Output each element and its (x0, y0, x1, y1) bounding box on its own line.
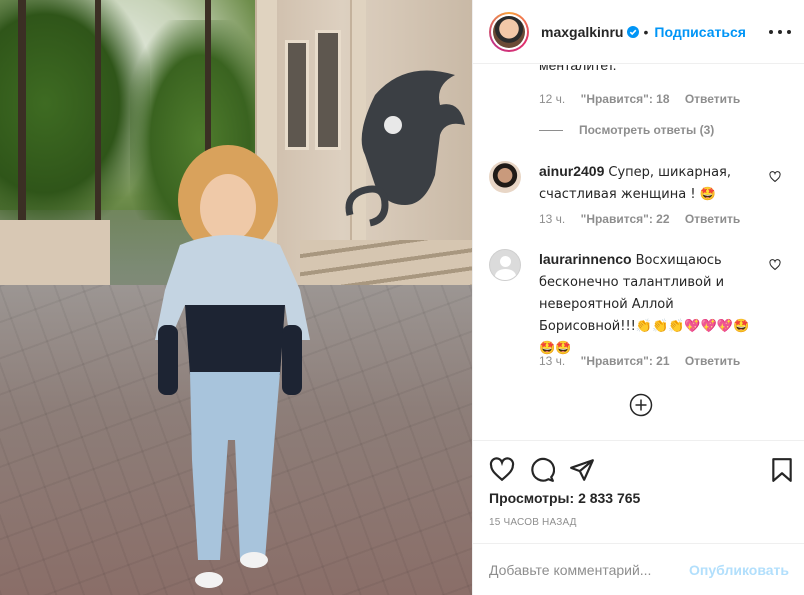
replies-divider (539, 129, 563, 131)
add-comment-section: Опубликовать (473, 543, 804, 595)
follow-button[interactable]: Подписаться (654, 24, 746, 40)
comment-meta: 13 ч. "Нравится": 22 Ответить (539, 212, 740, 226)
comment-likes[interactable]: "Нравится": 22 (581, 212, 670, 226)
share-icon[interactable] (569, 457, 595, 483)
background-wall (0, 220, 110, 290)
views-count[interactable]: Просмотры: 2 833 765 (489, 490, 640, 506)
view-replies-button[interactable]: Посмотреть ответы (3) (539, 123, 714, 137)
tree-trunk (95, 0, 101, 240)
author-avatar[interactable] (489, 11, 529, 52)
heart-icon[interactable] (489, 457, 515, 483)
comment-time: 13 ч. (539, 354, 566, 368)
like-comment-heart-icon[interactable] (769, 259, 781, 271)
post-comment-button[interactable]: Опубликовать (689, 562, 789, 578)
comments-list[interactable]: менталитет. 12 ч. "Нравится": 18 Ответит… (473, 65, 804, 440)
reply-button[interactable]: Ответить (685, 354, 740, 368)
comment-body: ainur2409 Супер, шикарная, счастливая жен… (539, 161, 753, 205)
reply-button[interactable]: Ответить (685, 212, 740, 226)
comment-time: 13 ч. (539, 212, 566, 226)
commenter-username[interactable]: ainur2409 (539, 163, 604, 179)
view-replies-label: Посмотреть ответы (3) (579, 123, 715, 137)
commenter-avatar[interactable] (489, 249, 521, 281)
gargoyle-statue (345, 70, 465, 227)
comment-input[interactable] (489, 561, 690, 578)
like-comment-heart-icon[interactable] (769, 171, 781, 183)
comment-truncated-text: менталитет. (539, 65, 617, 73)
post-header: maxgalkinru • Подписаться (473, 0, 804, 64)
verified-badge-icon (627, 25, 640, 38)
commenter-username[interactable]: laurarinnenco (539, 251, 632, 267)
comment-likes[interactable]: "Нравится": 18 (581, 92, 670, 106)
load-more-comments-add-circle-icon[interactable] (629, 393, 653, 417)
commenter-avatar[interactable] (489, 161, 521, 193)
bookmark-icon[interactable] (769, 457, 795, 483)
person-figure (155, 145, 310, 588)
post-timestamp[interactable]: 15 ЧАСОВ НАЗАД (489, 517, 577, 528)
views-label: Просмотры: (489, 490, 575, 506)
post-actions-section: Просмотры: 2 833 765 15 ЧАСОВ НАЗАД (473, 440, 804, 544)
more-options-icon[interactable] (769, 22, 791, 42)
comment-body: laurarinnenco Восхищаюсь бесконечно талан… (539, 249, 753, 359)
post-media[interactable] (0, 0, 472, 595)
tree-trunk (18, 0, 26, 240)
separator-dot: • (643, 23, 649, 40)
views-number: 2 833 765 (578, 490, 641, 506)
author-username[interactable]: maxgalkinru (541, 24, 623, 40)
comment-meta: 13 ч. "Нравится": 21 Ответить (539, 354, 740, 368)
comment-time: 12 ч. (539, 92, 566, 106)
comment-text: Восхищаюсь бесконечно талантливой и неве… (539, 253, 750, 356)
comment-icon[interactable] (529, 457, 555, 483)
post-side-panel: maxgalkinru • Подписаться менталитет. 12… (472, 0, 804, 595)
comment-meta: 12 ч. "Нравится": 18 Ответить (539, 92, 740, 106)
comment-likes[interactable]: "Нравится": 21 (581, 354, 670, 368)
reply-button[interactable]: Ответить (685, 92, 740, 106)
